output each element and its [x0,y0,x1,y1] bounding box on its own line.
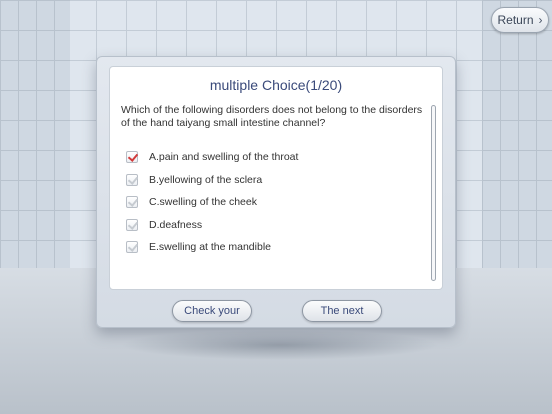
option-label: E.swelling at the mandible [149,241,271,254]
option-label: D.deafness [149,218,203,231]
chevron-right-icon: › [538,13,543,27]
option-b[interactable]: B.yellowing of the sclera [126,169,298,192]
option-label: B.yellowing of the sclera [149,173,263,186]
check-answer-button[interactable]: Check your [172,300,252,322]
option-d[interactable]: D.deafness [126,214,298,237]
checkbox[interactable] [126,196,138,209]
checkbox[interactable] [126,218,138,231]
checkbox[interactable] [126,173,138,186]
next-question-button[interactable]: The next [302,300,382,322]
return-label: Return [497,13,534,27]
left-wall [0,0,70,300]
question-panel: multiple Choice(1/20) Which of the follo… [109,66,443,290]
return-button[interactable]: Return › [491,7,549,33]
quiz-title: multiple Choice(1/20) [209,77,343,93]
checkbox[interactable] [126,241,138,254]
option-label: C.swelling of the cheek [149,196,257,209]
option-a[interactable]: A.pain and swelling of the throat [126,146,298,169]
option-e[interactable]: E.swelling at the mandible [126,236,298,259]
option-label: A.pain and swelling of the throat [149,151,299,164]
question-text: Which of the following disorders does no… [121,104,423,129]
option-c[interactable]: C.swelling of the cheek [126,191,298,214]
checkbox-checked[interactable] [126,151,138,164]
right-wall [482,0,552,300]
scrollbar[interactable] [431,105,436,281]
options-list: A.pain and swelling of the throat B.yell… [126,146,298,259]
card-shadow [120,330,440,360]
quiz-card: multiple Choice(1/20) Which of the follo… [96,56,456,328]
